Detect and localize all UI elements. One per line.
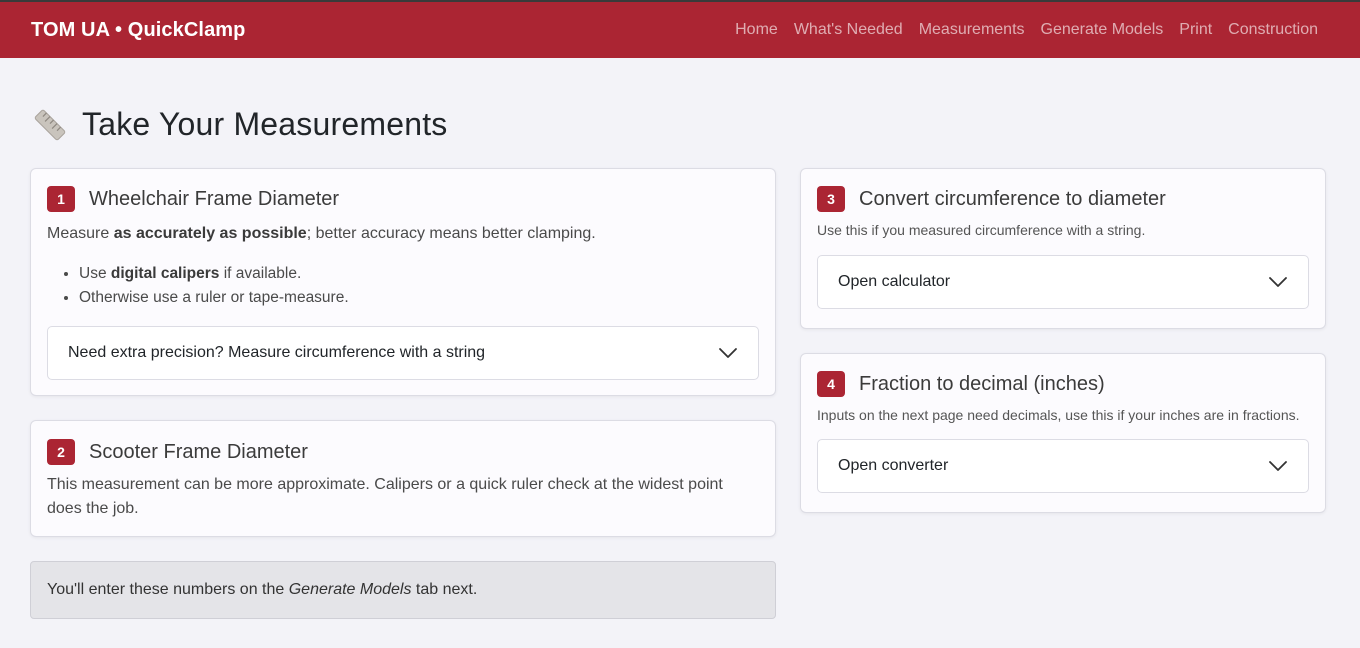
text-emphasis: Generate Models [288, 581, 412, 598]
nav-generate-models[interactable]: Generate Models [1041, 21, 1164, 39]
nav-links: Home What's Needed Measurements Generate… [735, 21, 1318, 39]
text-bold: digital calipers [110, 265, 220, 282]
text-bold: as accurately as possible [113, 225, 307, 242]
card-header: 4 Fraction to decimal (inches) [817, 371, 1309, 397]
step-badge: 2 [47, 439, 75, 465]
brand-logo[interactable]: TOM UA • QuickClamp [31, 19, 246, 42]
nav-construction[interactable]: Construction [1228, 21, 1318, 39]
nav-home[interactable]: Home [735, 21, 778, 39]
text-segment: You'll enter these numbers on the [47, 581, 289, 598]
step-badge: 4 [817, 371, 845, 397]
card-description: Inputs on the next page need decimals, u… [817, 407, 1300, 423]
card-wheelchair-diameter: 1 Wheelchair Frame Diameter Measure as a… [30, 168, 776, 396]
card-title: Fraction to decimal (inches) [859, 372, 1105, 395]
nav-measurements[interactable]: Measurements [919, 21, 1025, 39]
card-scooter-diameter: 2 Scooter Frame Diameter This measuremen… [30, 420, 776, 537]
converter-dropdown[interactable]: Open converter [817, 439, 1309, 493]
step-badge: 1 [47, 186, 75, 212]
calculator-dropdown[interactable]: Open calculator [817, 255, 1309, 309]
card-description: Measure as accurately as possible; bette… [47, 222, 759, 246]
page-title: Take Your Measurements [82, 106, 448, 142]
dropdown-label: Open calculator [838, 273, 951, 290]
card-fraction-converter: 4 Fraction to decimal (inches) Inputs on… [800, 353, 1326, 513]
card-title: Wheelchair Frame Diameter [89, 187, 340, 210]
card-header: 2 Scooter Frame Diameter [47, 439, 759, 465]
list-item: Otherwise use a ruler or tape-measure. [79, 286, 759, 310]
ruler-icon [34, 109, 66, 140]
text-segment: if available. [219, 265, 302, 282]
chevron-down-icon [719, 348, 737, 358]
card-header: 1 Wheelchair Frame Diameter [47, 186, 759, 212]
navbar: TOM UA • QuickClamp Home What's Needed M… [0, 2, 1360, 58]
card-description: Use this if you measured circumference w… [817, 222, 1146, 238]
note-text: You'll enter these numbers on the Genera… [47, 581, 477, 599]
chevron-down-icon [1269, 461, 1287, 471]
text-segment: Use [79, 265, 111, 282]
chevron-down-icon [1269, 277, 1287, 287]
tips-list: Use digital calipers if available. Other… [79, 262, 759, 310]
card-description: This measurement can be more approximate… [47, 476, 723, 517]
list-item: Use digital calipers if available. [79, 262, 759, 286]
card-circumference-converter: 3 Convert circumference to diameter Use … [800, 168, 1326, 329]
step-badge: 3 [817, 186, 845, 212]
text-segment: ; better accuracy means better clamping. [306, 225, 596, 242]
dropdown-label: Open converter [838, 457, 949, 474]
page-heading: Take Your Measurements [32, 106, 448, 143]
text-segment: Measure [47, 225, 114, 242]
nav-whats-needed[interactable]: What's Needed [794, 21, 903, 39]
precision-dropdown[interactable]: Need extra precision? Measure circumfere… [47, 326, 759, 380]
card-header: 3 Convert circumference to diameter [817, 186, 1309, 212]
dropdown-label: Need extra precision? Measure circumfere… [68, 344, 486, 361]
nav-print[interactable]: Print [1179, 21, 1212, 39]
info-note: You'll enter these numbers on the Genera… [30, 561, 776, 619]
card-title: Convert circumference to diameter [859, 187, 1166, 210]
card-title: Scooter Frame Diameter [89, 440, 308, 463]
text-segment: tab next. [411, 581, 478, 598]
